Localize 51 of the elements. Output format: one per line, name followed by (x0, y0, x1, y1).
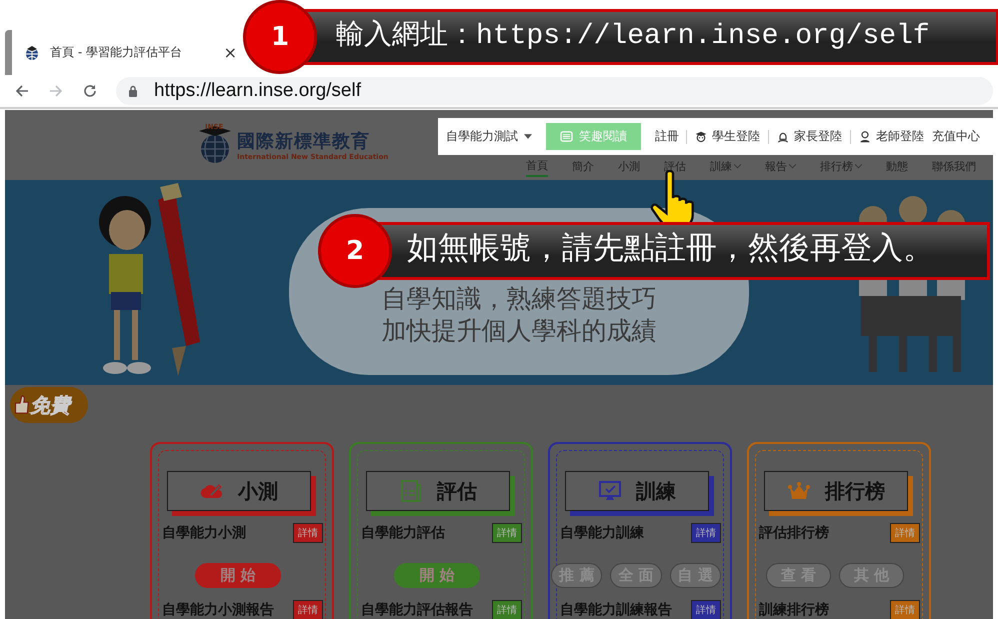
tab-edge (5, 30, 12, 75)
free-badge: 免費 (10, 387, 88, 423)
item-label: 自學能力小測 (162, 524, 246, 542)
close-button[interactable]: × (224, 43, 237, 62)
nav-tab[interactable]: 排行榜 (820, 155, 862, 177)
logo-name: 國際新標準教育 (237, 130, 371, 153)
item-label: 自學能力訓練 (560, 524, 644, 542)
top-link[interactable]: 註冊 (655, 128, 679, 145)
details-link[interactable]: 詳情 (293, 600, 323, 619)
details-link[interactable]: 詳情 (293, 523, 323, 543)
nav-tab[interactable]: 簡介 (572, 155, 594, 177)
details-link[interactable]: 詳情 (492, 523, 522, 543)
address-bar[interactable]: https://learn.inse.org/self (116, 77, 993, 105)
details-link[interactable]: 詳情 (890, 523, 920, 543)
book-icon (560, 131, 573, 142)
nav-tab[interactable]: 訓練 (710, 155, 741, 177)
top-link[interactable]: 充值中心 (932, 128, 980, 145)
nav-tab[interactable]: 動態 (886, 155, 908, 177)
nav-tab[interactable]: 小測 (618, 155, 640, 177)
details-link[interactable]: 詳情 (691, 600, 721, 619)
tab-title: 首頁 - 學習能力評估平台 (50, 44, 183, 61)
back-icon[interactable] (14, 83, 30, 99)
nav-tab[interactable]: 報告 (765, 155, 796, 177)
test-dropdown[interactable]: 自學能力測試 (446, 128, 532, 145)
item-label: 自學能力訓練報告 (560, 601, 672, 619)
caret-icon (524, 134, 532, 139)
document-list-icon (399, 479, 423, 503)
callout-banner: 如無帳號，請先點註冊，然後再登入。 (378, 222, 990, 280)
nav-tab[interactable]: 首頁 (526, 155, 548, 177)
lock-icon (128, 85, 138, 97)
item-label: 評估排行榜 (759, 524, 829, 542)
details-link[interactable]: 詳情 (492, 600, 522, 619)
reload-icon[interactable] (82, 83, 98, 99)
details-link[interactable]: 詳情 (691, 523, 721, 543)
item-label: 自學能力小測報告 (162, 601, 274, 619)
login-link[interactable]: 學生登陸 (695, 128, 760, 145)
action-button[interactable]: 開 始 (394, 563, 480, 588)
monitor-check-icon (598, 479, 622, 503)
login-link[interactable]: 家長登陸 (777, 128, 842, 145)
reading-button[interactable]: 笑趣閱讀 (546, 123, 641, 150)
thumbs-up-icon (12, 394, 30, 416)
action-button[interactable]: 開 始 (195, 563, 281, 588)
details-link[interactable]: 詳情 (890, 600, 920, 619)
item-label: 訓練排行榜 (759, 601, 829, 619)
login-link[interactable]: 老師登陸 (859, 128, 924, 145)
globe-icon (24, 44, 40, 60)
nav-tab[interactable]: 聯係我們 (932, 155, 976, 177)
banner-text: 加快提升個人學科的成績 (382, 315, 656, 347)
item-label: 自學能力評估報告 (361, 601, 473, 619)
callout-banner: 輸入網址：https://learn.inse.org/self (303, 9, 998, 65)
item-label: 自學能力評估 (361, 524, 445, 542)
